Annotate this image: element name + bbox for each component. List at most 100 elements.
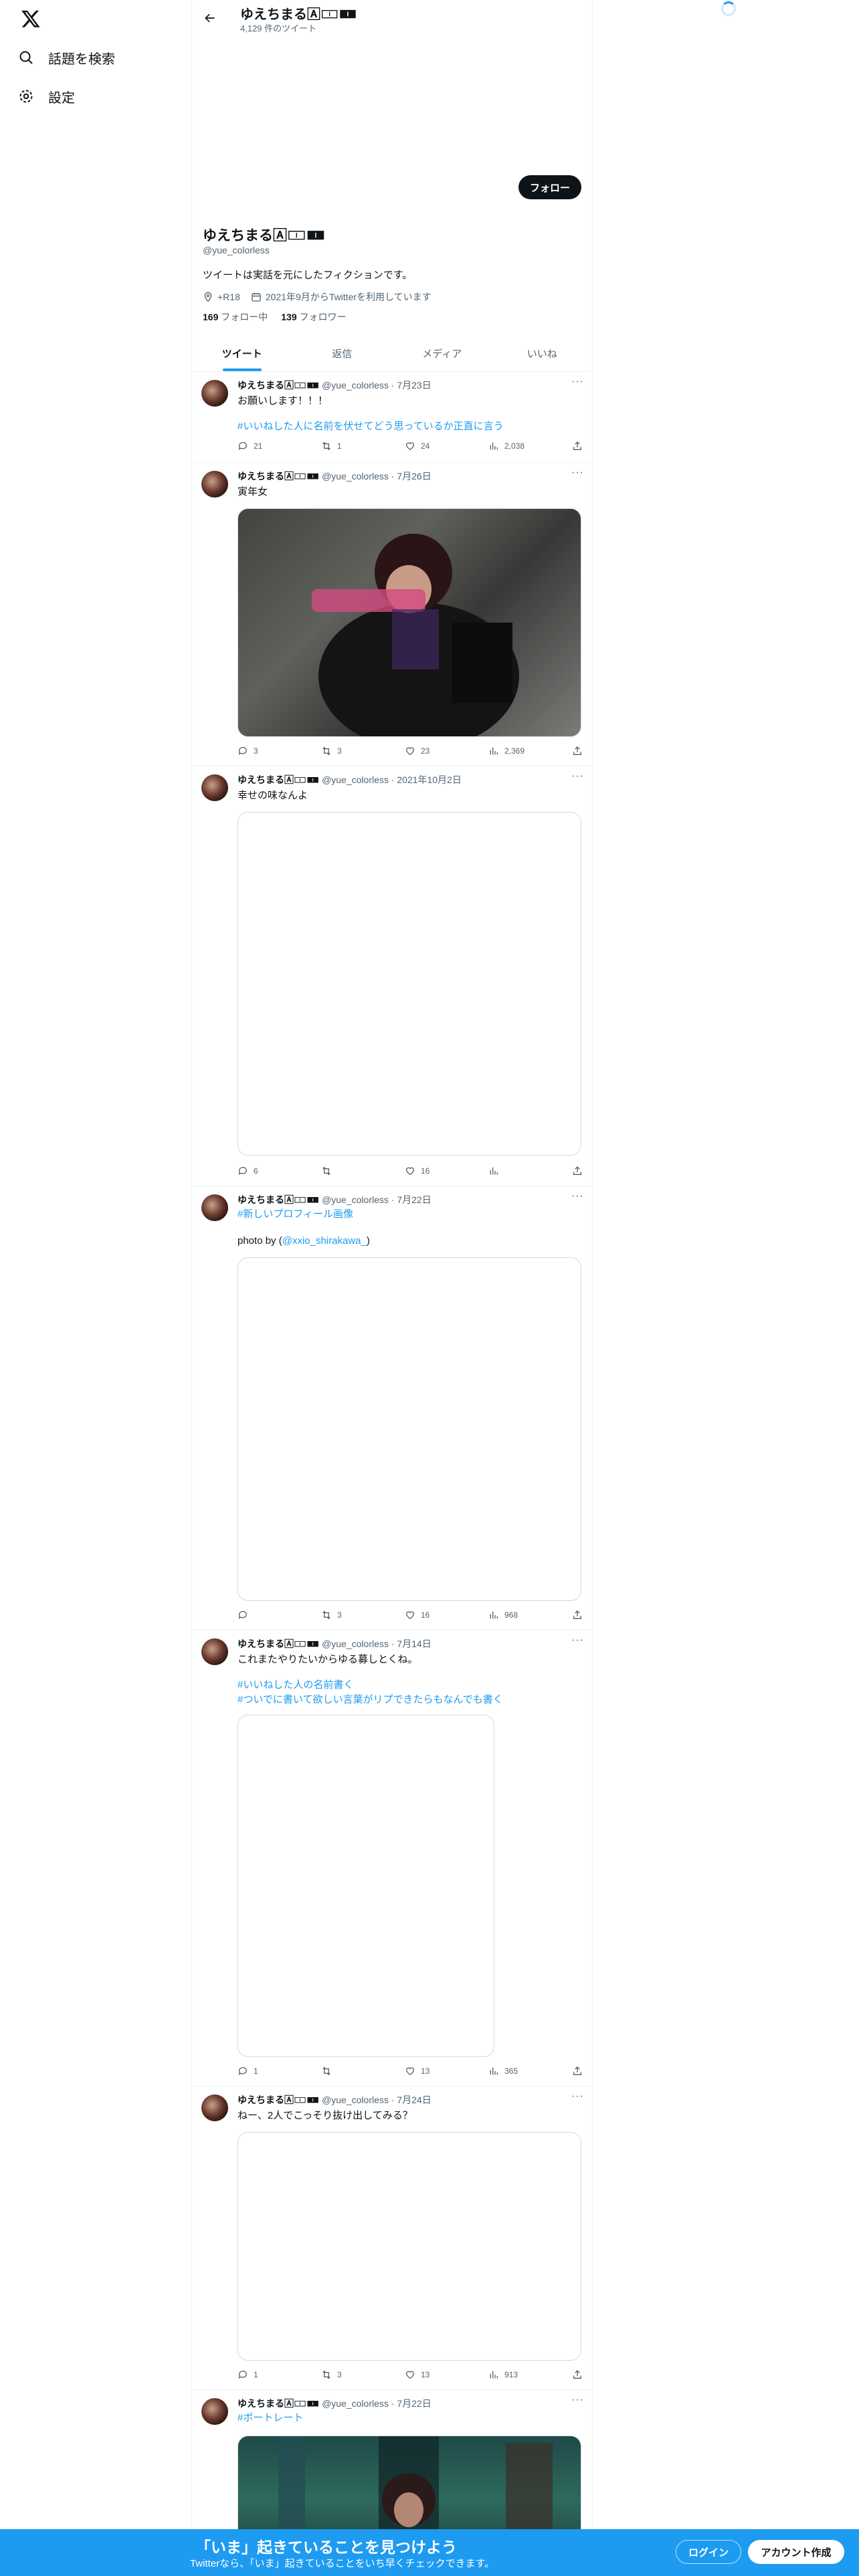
following-label: フォロー中 (221, 312, 268, 322)
share-button[interactable] (572, 746, 583, 756)
views-button[interactable]: 365 (488, 2066, 529, 2076)
like-button[interactable]: 16 (405, 1166, 445, 1176)
heart-icon (405, 747, 415, 756)
followers-link[interactable]: 139 フォロワー (281, 310, 346, 324)
tweet-hashtag[interactable]: #新しいプロフィール画像 (237, 1208, 353, 1221)
share-icon (573, 1166, 581, 1175)
like-count: 13 (421, 2370, 430, 2379)
tweet-date[interactable]: 7月22日 (397, 2398, 431, 2409)
like-button[interactable]: 13 (405, 2369, 445, 2380)
more-icon[interactable]: ··· (571, 770, 584, 782)
nav-settings[interactable]: 設定 (17, 83, 75, 110)
like-button[interactable]: 13 (405, 2066, 445, 2076)
more-icon[interactable]: ··· (571, 376, 584, 388)
avatar[interactable] (201, 2398, 228, 2425)
tweet[interactable]: ゆえちまる🄰🀱🀰 @yue_colorless · 2021年10月2日 ···… (192, 766, 592, 1186)
views-button[interactable]: 968 (488, 1610, 529, 1620)
tweet-handle: @yue_colorless (322, 2398, 389, 2409)
back-arrow-icon[interactable] (199, 7, 221, 29)
reply-icon (238, 1167, 247, 1175)
reply-button[interactable]: 3 (237, 746, 278, 756)
tweet[interactable]: ゆえちまる🄰🀱🀰 @yue_colorless · 7月23日 ··· お願いし… (192, 372, 592, 463)
tweet-date[interactable]: 7月14日 (397, 1638, 431, 1649)
tweet-photo[interactable] (237, 812, 581, 1156)
tab-tweets[interactable]: ツイート (192, 336, 292, 371)
avatar[interactable] (201, 380, 228, 407)
tweet[interactable]: ゆえちまる🄰🀱🀰 @yue_colorless · 7月22日 ··· #新しい… (192, 1186, 592, 1630)
tweet[interactable]: ゆえちまる🄰🀱🀰 @yue_colorless · 7月14日 ··· これまた… (192, 1630, 592, 2086)
tab-replies[interactable]: 返信 (292, 336, 393, 371)
tab-media[interactable]: メディア (392, 336, 492, 371)
tweet-actions: 6 16 (237, 1164, 583, 1178)
more-icon[interactable]: ··· (571, 1190, 584, 1202)
tweet-date[interactable]: 7月26日 (397, 471, 431, 481)
like-button[interactable]: 23 (405, 746, 445, 756)
views-button[interactable]: 2,038 (488, 441, 529, 451)
tweet-photo[interactable] (237, 1257, 581, 1601)
tweet-hashtag[interactable]: #ポートレート (237, 2411, 303, 2425)
more-icon[interactable]: ··· (571, 467, 584, 479)
tweet-photo[interactable] (237, 2132, 581, 2361)
share-button[interactable] (572, 2369, 583, 2380)
like-button[interactable]: 16 (405, 1610, 445, 1620)
tweet[interactable]: ゆえちまる🄰🀱🀰 @yue_colorless · 7月26日 ··· 寅年女 … (192, 463, 592, 766)
signup-button[interactable]: アカウント作成 (748, 2540, 844, 2564)
tweet-photo[interactable] (237, 1715, 494, 2057)
avatar[interactable] (201, 2095, 228, 2121)
more-icon[interactable]: ··· (571, 1634, 584, 1646)
tweet-hashtag[interactable]: #いいねした人に名前を伏せてどう思っているか正直に言う (237, 420, 504, 433)
avatar[interactable] (201, 1194, 228, 1221)
tweet[interactable]: ゆえちまる🄰🀱🀰 @yue_colorless · 7月24日 ··· ねー、2… (192, 2086, 592, 2390)
like-button[interactable]: 24 (405, 441, 445, 451)
views-button[interactable]: 913 (488, 2369, 529, 2380)
followers-label: フォロワー (299, 312, 347, 322)
x-logo-icon[interactable] (17, 5, 44, 32)
heart-icon (405, 2067, 415, 2076)
retweet-button[interactable]: 3 (321, 1610, 361, 1620)
tweet-date[interactable]: 7月22日 (397, 1194, 431, 1205)
tweet-date[interactable]: 7月24日 (397, 2095, 431, 2105)
share-button[interactable] (572, 1610, 583, 1620)
tab-likes[interactable]: いいね (492, 336, 593, 371)
profile-tabs: ツイート 返信 メディア いいね (192, 336, 592, 372)
tweet-hashtag[interactable]: #いいねした人の名前書く (237, 1679, 353, 1692)
left-navigation: 話題を検索 設定 (0, 0, 191, 2576)
tweet-date[interactable]: 7月23日 (397, 380, 431, 391)
follow-button[interactable]: フォロー (518, 175, 581, 199)
tweet-header: ゆえちまる🄰🀱🀰 @yue_colorless · 7月22日 (237, 2398, 432, 2409)
views-button[interactable] (488, 1166, 529, 1176)
loading-spinner-icon (721, 1, 736, 16)
avatar[interactable] (201, 1638, 228, 1665)
share-icon (573, 1610, 581, 1619)
retweet-icon (322, 1610, 330, 1620)
more-icon[interactable]: ··· (571, 2394, 584, 2406)
reply-button[interactable]: 1 (237, 2369, 278, 2380)
share-button[interactable] (572, 1166, 583, 1176)
retweet-button[interactable]: 1 (321, 441, 361, 451)
views-count: 2,038 (504, 441, 525, 451)
nav-explore[interactable]: 話題を検索 (17, 44, 115, 71)
reply-button[interactable]: 6 (237, 1166, 278, 1176)
heart-icon (405, 442, 415, 451)
mention-link[interactable]: @xxio_shirakawa_ (282, 1235, 367, 1247)
tweet-photo[interactable] (237, 508, 581, 737)
nav-explore-label: 話題を検索 (48, 51, 115, 67)
avatar[interactable] (201, 471, 228, 498)
retweet-button[interactable] (321, 2066, 361, 2076)
tweet-hashtag[interactable]: #ついでに書いて欲しい言葉がリプできたらもなんでも書く (237, 1693, 503, 1707)
login-button[interactable]: ログイン (676, 2540, 741, 2564)
share-button[interactable] (572, 441, 583, 451)
share-button[interactable] (572, 2066, 583, 2076)
more-icon[interactable]: ··· (571, 2090, 584, 2103)
retweet-button[interactable]: 3 (321, 2369, 361, 2380)
retweet-button[interactable]: 3 (321, 746, 361, 756)
reply-button[interactable]: 21 (237, 441, 278, 451)
reply-button[interactable] (237, 1610, 278, 1620)
retweet-button[interactable] (321, 1166, 361, 1176)
views-button[interactable]: 2,369 (488, 746, 529, 756)
tweet-date[interactable]: 2021年10月2日 (397, 774, 462, 785)
following-link[interactable]: 169 フォロー中 (203, 310, 268, 324)
avatar[interactable] (201, 774, 228, 801)
reply-count: 3 (254, 746, 258, 756)
reply-button[interactable]: 1 (237, 2066, 278, 2076)
